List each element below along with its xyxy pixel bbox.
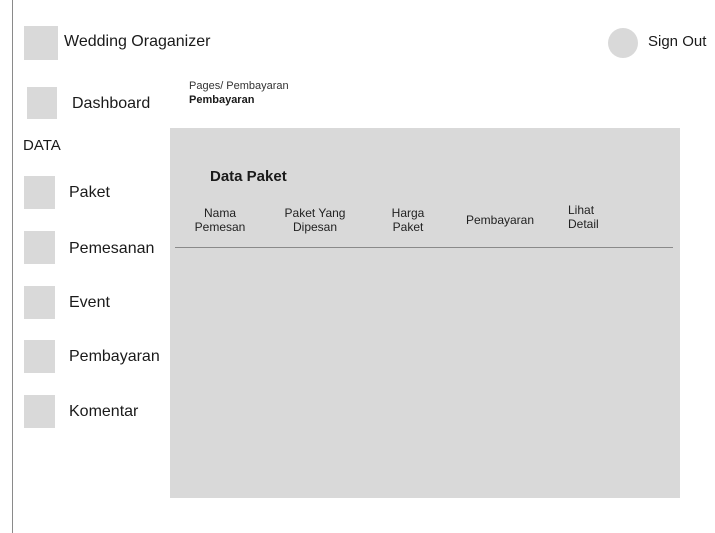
pemesanan-icon (24, 231, 55, 264)
sidebar-item-label: Dashboard (72, 95, 151, 112)
app-title: Wedding Oraganizer (64, 33, 211, 50)
left-border-line (12, 0, 13, 533)
sidebar-item-label: Komentar (69, 403, 139, 420)
breadcrumb: Pages/ Pembayaran (189, 80, 289, 92)
sidebar-item-label: Paket (69, 184, 110, 201)
column-header-nama-pemesan: Nama Pemesan (194, 206, 246, 234)
column-header-pembayaran: Pembayaran (465, 213, 535, 227)
event-icon (24, 286, 55, 319)
sidebar-item-label: Pemesanan (69, 240, 155, 257)
avatar[interactable] (608, 28, 638, 58)
paket-icon (24, 176, 55, 209)
komentar-icon (24, 395, 55, 428)
table-header-divider (175, 247, 673, 248)
logo-placeholder (24, 26, 58, 60)
dashboard-icon (27, 87, 57, 119)
page-title: Pembayaran (189, 94, 255, 106)
sidebar-item-label: Pembayaran (69, 348, 160, 365)
column-header-lihat-detail: Lihat Detail (568, 203, 599, 231)
sidebar-item-label: Event (69, 294, 110, 311)
sidebar-section-label: DATA (23, 137, 61, 154)
column-header-harga-paket: Harga Paket (391, 206, 425, 234)
panel-title: Data Paket (210, 168, 287, 185)
sign-out-button[interactable]: Sign Out (648, 33, 706, 50)
pembayaran-icon (24, 340, 55, 373)
column-header-paket-dipesan: Paket Yang Dipesan (284, 206, 346, 234)
